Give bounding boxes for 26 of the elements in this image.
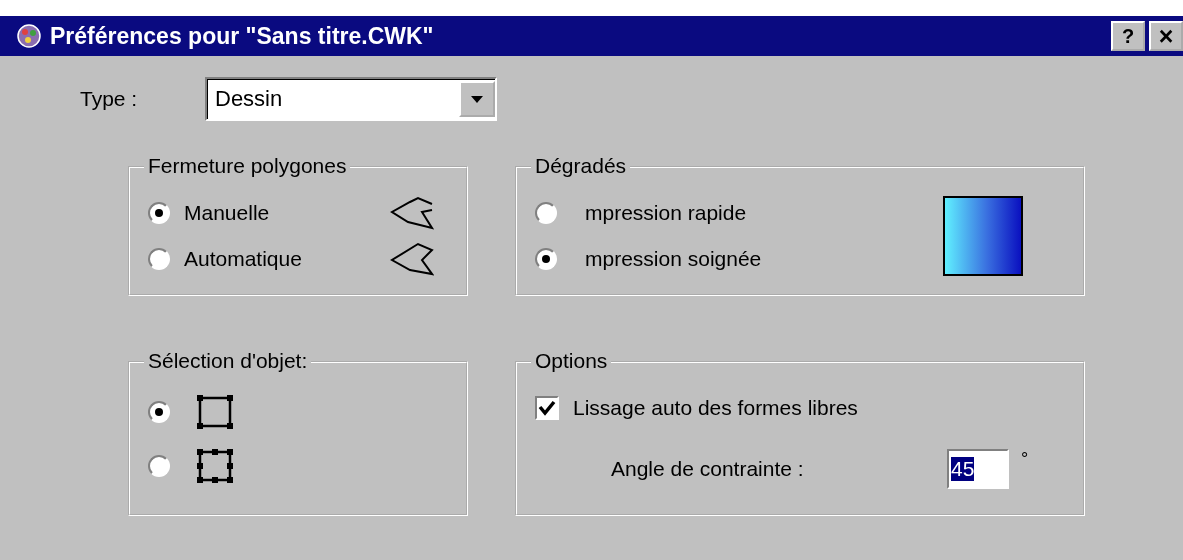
degree-unit: ° xyxy=(1021,449,1029,470)
angle-label: Angle de contrainte : xyxy=(611,457,805,481)
eight-handles-icon xyxy=(196,448,234,484)
angle-field[interactable]: 45 xyxy=(947,449,1009,489)
radio-button[interactable] xyxy=(148,401,170,423)
type-dropdown[interactable]: Dessin xyxy=(205,77,497,121)
corner-handles-icon xyxy=(196,394,234,430)
radio-button[interactable] xyxy=(148,455,170,477)
window-title: Préférences pour "Sans titre.CWK" xyxy=(50,22,435,50)
checkbox-label[interactable]: Lissage auto des formes libres xyxy=(573,396,858,420)
type-label: Type : xyxy=(80,87,139,111)
open-polygon-icon xyxy=(388,196,434,230)
radio-button[interactable] xyxy=(535,202,557,224)
dropdown-arrow-icon xyxy=(471,95,483,103)
radio-button[interactable] xyxy=(535,248,557,270)
close-button[interactable]: × xyxy=(1149,21,1183,51)
help-button[interactable]: ? xyxy=(1111,21,1145,51)
option-label[interactable]: Automatique xyxy=(184,247,374,271)
option-label[interactable]: mpression soignée xyxy=(585,247,762,271)
option-label[interactable]: Manuelle xyxy=(184,201,374,225)
closed-polygon-icon xyxy=(388,242,434,276)
radio-button[interactable] xyxy=(148,202,170,224)
radio-button[interactable] xyxy=(148,248,170,270)
checkbox[interactable] xyxy=(535,396,559,420)
app-icon xyxy=(16,23,42,49)
option-label[interactable]: mpression rapide xyxy=(585,201,747,225)
